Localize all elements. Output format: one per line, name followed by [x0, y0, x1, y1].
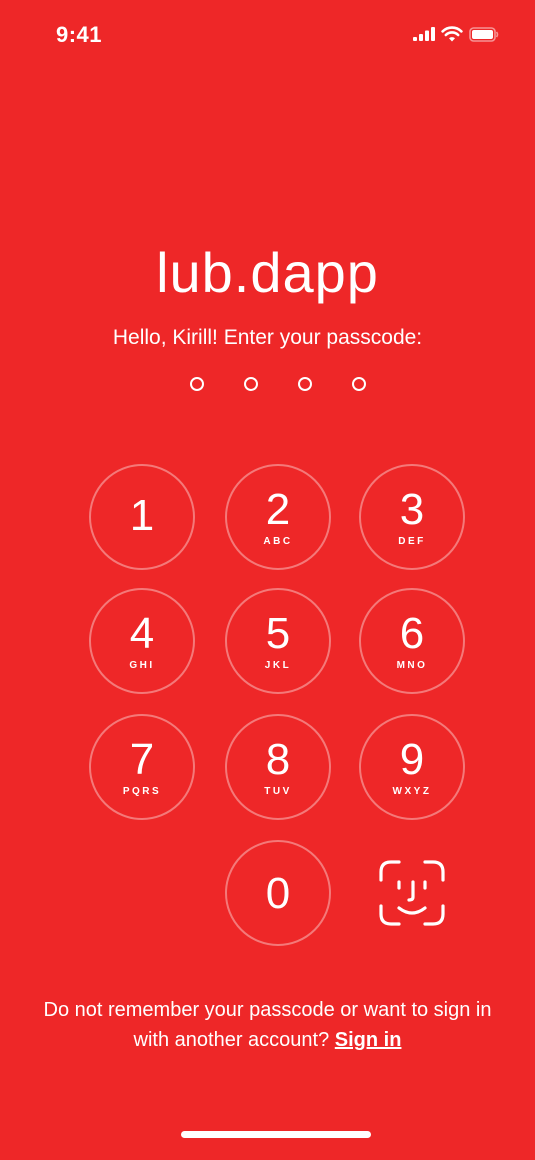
key-3[interactable]: 3 DEF	[359, 464, 465, 570]
key-letters: PQRS	[122, 786, 162, 797]
key-digit: 9	[399, 735, 425, 784]
key-5[interactable]: 5 JKL	[225, 588, 331, 694]
key-digit: 3	[399, 485, 425, 534]
passcode-dots	[190, 377, 366, 395]
key-letters: GHI	[129, 660, 155, 671]
key-digit: 2	[265, 485, 291, 534]
key-8[interactable]: 8 TUV	[225, 714, 331, 820]
key-0[interactable]: 0	[225, 840, 331, 946]
key-1[interactable]: 1	[89, 464, 195, 570]
face-id-button[interactable]	[359, 840, 465, 946]
passcode-dot	[244, 377, 258, 391]
footer-text: Do not remember your passcode or want to…	[43, 999, 492, 1051]
key-letters: JKL	[264, 660, 292, 671]
key-letters: MNO	[396, 660, 428, 671]
key-digit: 8	[265, 735, 291, 784]
passcode-dot	[190, 377, 204, 391]
battery-icon	[469, 26, 499, 42]
key-4[interactable]: 4 GHI	[89, 588, 195, 694]
key-digit: 7	[129, 735, 155, 784]
passcode-prompt: Hello, Kirill! Enter your passcode:	[112, 326, 423, 349]
face-id-icon	[379, 860, 445, 926]
key-digit: 6	[399, 609, 425, 658]
status-bar: 9:41	[0, 0, 535, 80]
passcode-dot	[298, 377, 312, 391]
key-letters: TUV	[264, 786, 292, 797]
key-9[interactable]: 9 WXYZ	[359, 714, 465, 820]
status-icons	[413, 26, 499, 42]
key-letters: ABC	[263, 536, 293, 547]
passcode-dot	[352, 377, 366, 391]
app-title: lub.dapp	[156, 241, 379, 304]
home-indicator[interactable]	[181, 1131, 371, 1138]
key-6[interactable]: 6 MNO	[359, 588, 465, 694]
key-2[interactable]: 2 ABC	[225, 464, 331, 570]
key-7[interactable]: 7 PQRS	[89, 714, 195, 820]
key-digit: 4	[129, 609, 155, 658]
key-letters: DEF	[398, 536, 426, 547]
passcode-screen: 9:41 lub.dapp Hello, Kirill! Enter your …	[0, 0, 535, 1160]
keypad: 1 2 ABC 3 DEF 4 GHI 5 JKL 6 MNO 7 PQRS 8	[89, 464, 467, 950]
key-digit: 0	[265, 869, 291, 918]
sign-in-link[interactable]: Sign in	[335, 1029, 402, 1051]
footer-message: Do not remember your passcode or want to…	[40, 995, 495, 1055]
key-digit: 5	[265, 609, 291, 658]
key-letters: WXYZ	[392, 786, 432, 797]
wifi-icon	[441, 26, 463, 42]
status-time: 9:41	[56, 22, 103, 47]
key-digit: 1	[129, 491, 155, 540]
signal-icon	[413, 27, 435, 41]
